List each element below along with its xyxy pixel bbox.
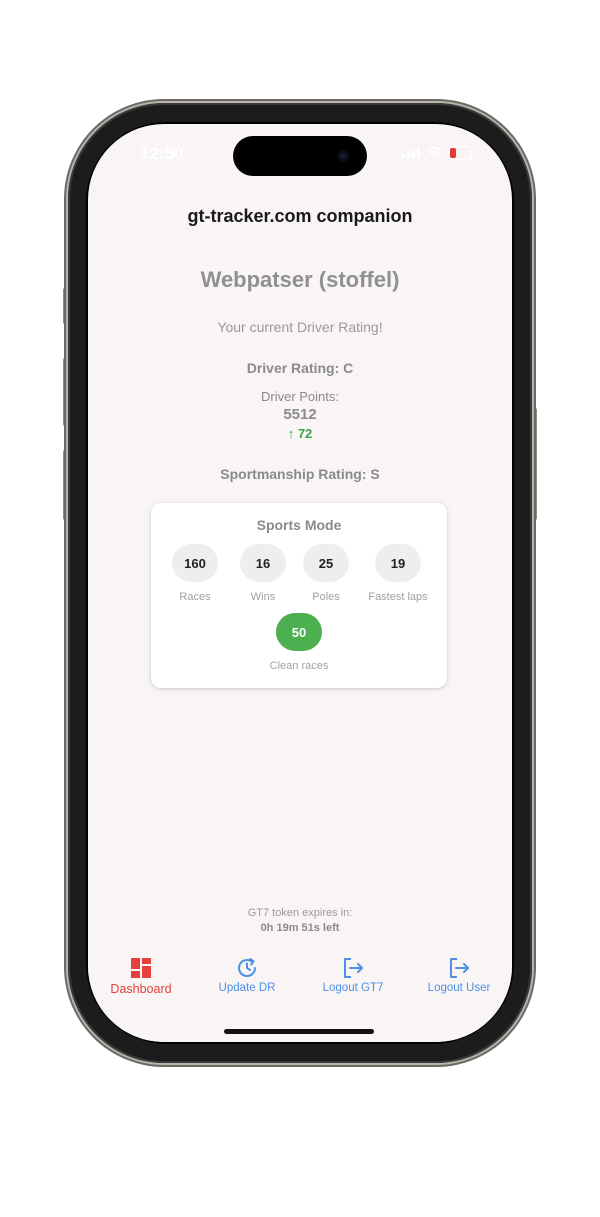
nav-logout-user[interactable]: Logout User xyxy=(406,956,512,994)
stat-value: 16 xyxy=(240,544,286,582)
dynamic-island xyxy=(233,136,367,176)
front-camera-icon xyxy=(337,150,349,162)
stat-value: 19 xyxy=(375,544,421,582)
driver-rating-subtitle: Your current Driver Rating! xyxy=(217,319,383,335)
stat-fastest-laps: 19 Fastest laps xyxy=(358,544,438,603)
driver-points-change: ↑ 72 xyxy=(287,426,313,441)
stat-value: 50 xyxy=(276,613,322,651)
phone-power-button xyxy=(532,408,537,520)
sportsmanship-rating: Sportmanship Rating: S xyxy=(220,466,380,482)
status-icons xyxy=(402,146,472,160)
stat-label: Fastest laps xyxy=(368,591,428,603)
phone-screen: 12:50 gt-tracker.com companion Webpatser… xyxy=(88,124,512,1042)
stat-value: 25 xyxy=(303,544,349,582)
logout-icon xyxy=(344,958,363,978)
driver-points-label: Driver Points: xyxy=(260,389,340,404)
app-title: gt-tracker.com companion xyxy=(187,206,413,226)
nav-label: Update DR xyxy=(218,982,276,994)
status-time: 12:50 xyxy=(140,144,184,163)
stat-clean-races: 50 Clean races xyxy=(259,613,339,672)
sports-mode-card: Sports Mode 160 Races 16 Wins 25 Poles 1… xyxy=(151,503,447,688)
token-expiry-remaining: 0h 19m 51s left xyxy=(260,922,340,934)
nav-label: Dashboard xyxy=(110,982,172,996)
token-expiry-label: GT7 token expires in: xyxy=(247,907,353,919)
wifi-icon xyxy=(426,147,442,158)
home-indicator[interactable] xyxy=(224,1029,374,1034)
driver-points-value: 5512 xyxy=(283,406,317,423)
stat-label: Clean races xyxy=(269,660,329,672)
stat-poles: 25 Poles xyxy=(286,544,366,603)
stat-value: 160 xyxy=(172,544,218,582)
nav-update-dr[interactable]: Update DR xyxy=(194,956,300,994)
nav-logout-gt7[interactable]: Logout GT7 xyxy=(300,956,406,994)
driver-rating: Driver Rating: C xyxy=(246,360,354,376)
signal-icon xyxy=(402,148,420,158)
stat-label: Poles xyxy=(312,591,340,603)
nav-dashboard[interactable]: Dashboard xyxy=(88,956,194,996)
nav-label: Logout User xyxy=(427,982,491,994)
user-name: Webpatser (stoffel) xyxy=(200,267,400,292)
nav-label: Logout GT7 xyxy=(322,982,384,994)
sports-mode-title: Sports Mode xyxy=(256,517,342,533)
refresh-clock-icon xyxy=(238,958,256,977)
dashboard-icon xyxy=(131,958,151,978)
bottom-navigation: Dashboard Update DR Logout GT7 Logout Us… xyxy=(88,944,512,1042)
logout-icon xyxy=(450,958,469,978)
battery-icon xyxy=(448,146,472,160)
